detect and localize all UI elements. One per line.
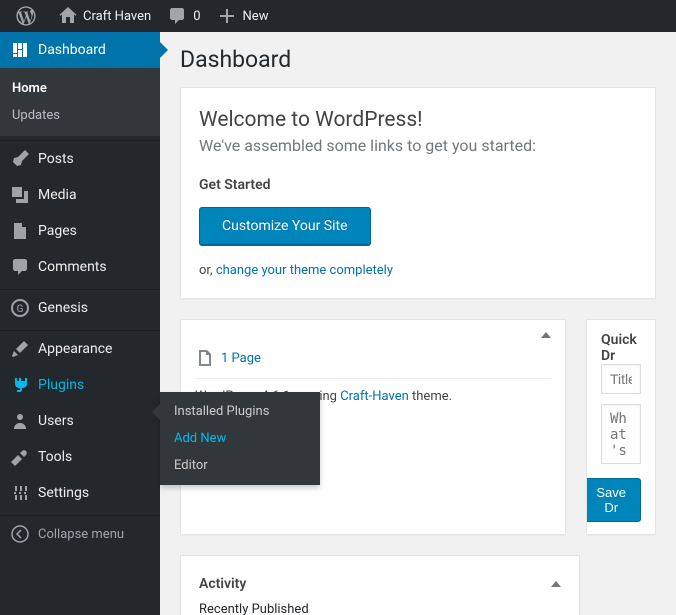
recently-published: Recently Published: [199, 592, 561, 615]
sidebar-label: Plugins: [38, 377, 84, 393]
sidebar-item-comments[interactable]: Comments: [0, 249, 160, 285]
sidebar-label: Posts: [38, 151, 74, 167]
draft-content-input[interactable]: [601, 404, 641, 464]
media-icon: [10, 185, 30, 205]
sidebar-item-dashboard[interactable]: Dashboard: [0, 32, 160, 68]
panel-toggle[interactable]: Activity: [199, 576, 561, 592]
comment-icon: [10, 257, 30, 277]
or-prefix: or,: [199, 263, 216, 278]
admin-sidebar: Dashboard Home Updates Posts Media Pages…: [0, 32, 160, 615]
sidebar-label: Dashboard: [38, 42, 106, 58]
collapse-triangle-icon: [541, 332, 551, 338]
sidebar-label: Comments: [38, 259, 107, 275]
sidebar-item-tools[interactable]: Tools: [0, 439, 160, 475]
settings-icon: [10, 483, 30, 503]
brush-icon: [10, 339, 30, 359]
welcome-panel: Welcome to WordPress! We've assembled so…: [180, 87, 656, 299]
sidebar-label: Users: [38, 413, 74, 429]
sidebar-item-media[interactable]: Media: [0, 177, 160, 213]
glance-pages[interactable]: 1 Page: [195, 338, 551, 378]
flyout-add-new[interactable]: Add New: [160, 425, 320, 452]
customize-button[interactable]: Customize Your Site: [199, 207, 371, 245]
main-content: Dashboard Welcome to WordPress! We've as…: [160, 32, 676, 615]
pin-icon: [10, 149, 30, 169]
wp-logo[interactable]: [8, 0, 50, 32]
sidebar-item-settings[interactable]: Settings: [0, 475, 160, 511]
running-post: theme.: [409, 389, 452, 404]
site-name: Craft Haven: [83, 9, 151, 24]
dashboard-icon: [10, 40, 30, 60]
sidebar-item-plugins[interactable]: Plugins: [0, 367, 160, 403]
sidebar-item-genesis[interactable]: G Genesis: [0, 290, 160, 326]
sidebar-item-posts[interactable]: Posts: [0, 141, 160, 177]
sidebar-label: Pages: [38, 223, 77, 239]
sidebar-label: Settings: [38, 485, 89, 501]
activity-heading: Activity: [199, 576, 246, 592]
home-icon: [58, 6, 78, 26]
quick-draft-heading: Quick Dr: [601, 332, 641, 364]
admin-toolbar: Craft Haven 0 New: [0, 0, 676, 32]
panel-toggle[interactable]: Quick Dr: [601, 332, 641, 364]
theme-link[interactable]: Craft-Haven: [340, 389, 409, 404]
plugin-icon: [10, 375, 30, 395]
page-title: Dashboard: [180, 32, 656, 87]
sidebar-label: Appearance: [38, 341, 112, 357]
new-link[interactable]: New: [209, 0, 277, 32]
collapse-icon: [10, 524, 30, 544]
sidebar-item-users[interactable]: Users: [0, 403, 160, 439]
quick-draft-panel: Quick Dr Save Dr: [586, 319, 656, 535]
site-link[interactable]: Craft Haven: [50, 0, 159, 32]
sidebar-item-pages[interactable]: Pages: [0, 213, 160, 249]
sidebar-label: Genesis: [38, 300, 88, 316]
glance-pages-text: 1 Page: [221, 351, 261, 366]
comment-icon: [167, 6, 187, 26]
sidebar-item-appearance[interactable]: Appearance: [0, 331, 160, 367]
plus-icon: [217, 6, 237, 26]
sidebar-label: Media: [38, 187, 77, 203]
dashboard-submenu: Home Updates: [0, 68, 160, 136]
sidebar-sub-updates[interactable]: Updates: [0, 102, 160, 129]
or-text: or, change your theme completely: [199, 263, 637, 278]
plugins-flyout: Installed Plugins Add New Editor: [160, 392, 320, 485]
new-label: New: [243, 9, 269, 24]
page-icon: [10, 221, 30, 241]
collapse-menu[interactable]: Collapse menu: [0, 516, 160, 552]
save-draft-button[interactable]: Save Dr: [586, 478, 641, 522]
page-icon: [195, 348, 215, 368]
collapse-triangle-icon: [551, 581, 561, 587]
sidebar-sub-home[interactable]: Home: [0, 75, 160, 102]
activity-panel: Activity Recently Published: [180, 555, 580, 615]
collapse-label: Collapse menu: [38, 527, 124, 542]
genesis-icon: G: [10, 298, 30, 318]
sidebar-label: Tools: [38, 449, 72, 465]
welcome-title: Welcome to WordPress!: [199, 108, 637, 132]
change-theme-link[interactable]: change your theme completely: [216, 263, 393, 278]
comments-link[interactable]: 0: [159, 0, 208, 32]
get-started-heading: Get Started: [199, 177, 637, 193]
flyout-installed-plugins[interactable]: Installed Plugins: [160, 398, 320, 425]
comment-count: 0: [193, 9, 200, 24]
svg-text:G: G: [17, 304, 24, 315]
wrench-icon: [10, 447, 30, 467]
wordpress-icon: [16, 6, 36, 26]
welcome-subtitle: We've assembled some links to get you st…: [199, 136, 637, 155]
users-icon: [10, 411, 30, 431]
flyout-editor[interactable]: Editor: [160, 452, 320, 479]
draft-title-input[interactable]: [601, 364, 641, 394]
